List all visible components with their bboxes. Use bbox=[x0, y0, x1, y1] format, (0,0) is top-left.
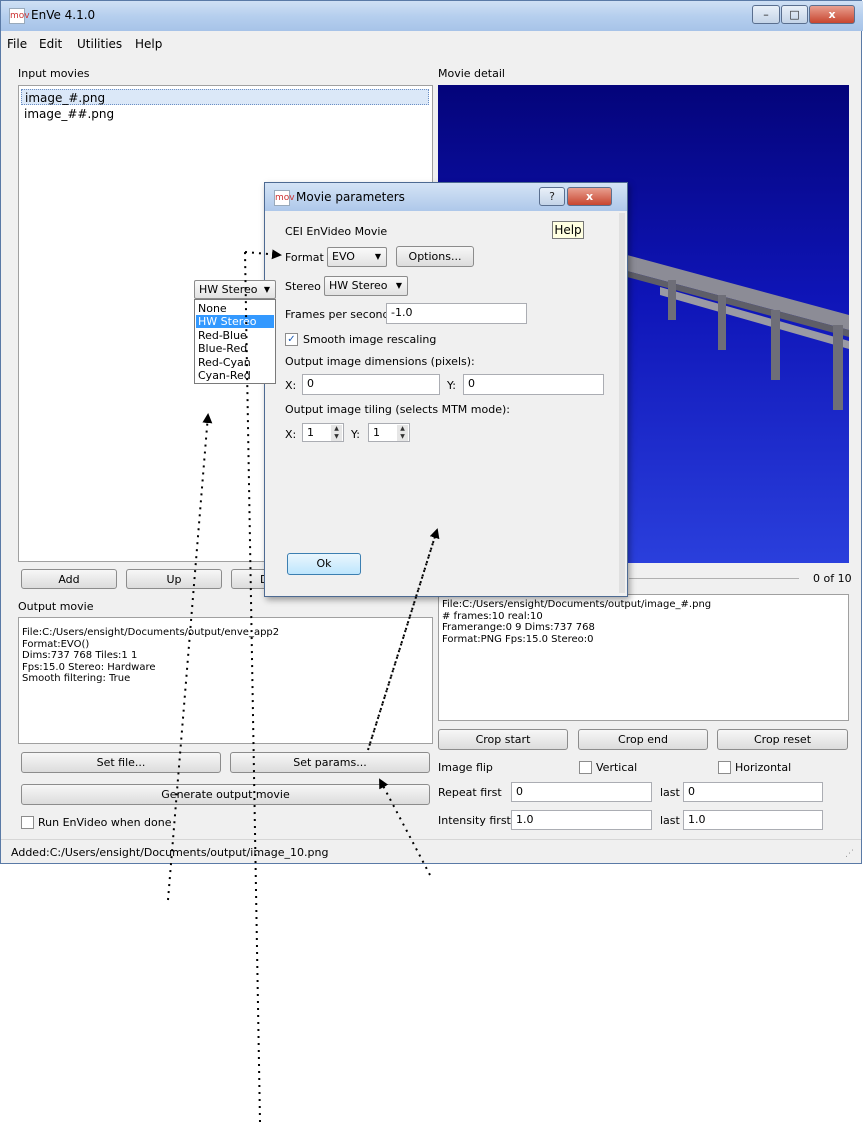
add-button[interactable]: Add bbox=[21, 569, 117, 589]
stereo-option-red-blue[interactable]: Red-Blue bbox=[196, 329, 274, 342]
stereo-option-cyan-red[interactable]: Cyan-Red bbox=[196, 369, 274, 382]
list-item[interactable]: image_#.png bbox=[21, 89, 429, 105]
dialog-help-button[interactable]: ? bbox=[539, 187, 565, 206]
dialog-right-edge bbox=[619, 213, 625, 593]
help-link[interactable]: Help bbox=[552, 221, 584, 239]
tile-y-spinbox[interactable]: 1 ▲ ▼ bbox=[368, 423, 410, 442]
tile-x-spinbox[interactable]: 1 ▲ ▼ bbox=[302, 423, 344, 442]
intensity-last-label: last bbox=[660, 814, 680, 827]
dialog-title: Movie parameters bbox=[296, 190, 405, 204]
smooth-rescaling-checkbox[interactable]: ✓ bbox=[285, 333, 298, 346]
stereo-value: HW Stereo bbox=[329, 279, 388, 292]
window-title: EnVe 4.1.0 bbox=[31, 8, 96, 22]
frame-counter: 0 of 10 bbox=[813, 572, 852, 585]
close-button[interactable]: x bbox=[809, 5, 855, 24]
crop-end-button[interactable]: Crop end bbox=[578, 729, 708, 750]
chevron-down-icon: ▼ bbox=[374, 252, 381, 261]
repeat-last-label: last bbox=[660, 786, 680, 799]
vertical-label: Vertical bbox=[596, 761, 638, 774]
stereo-popup-header[interactable]: HW Stereo ▼ bbox=[194, 280, 276, 299]
crop-reset-button[interactable]: Crop reset bbox=[717, 729, 848, 750]
dim-y-label: Y: bbox=[447, 379, 456, 392]
output-movie-info: File:C:/Users/ensight/Documents/output/e… bbox=[18, 617, 433, 744]
set-params-button[interactable]: Set params... bbox=[230, 752, 430, 773]
app-icon: mov bbox=[9, 8, 30, 24]
set-file-button[interactable]: Set file... bbox=[21, 752, 221, 773]
dims-label: Output image dimensions (pixels): bbox=[285, 355, 475, 368]
tile-x-label: X: bbox=[285, 428, 297, 441]
up-button[interactable]: Up bbox=[126, 569, 222, 589]
repeat-last-input[interactable]: 0 bbox=[683, 782, 823, 802]
generate-output-movie-button[interactable]: Generate output movie bbox=[21, 784, 430, 805]
stereo-option-red-cyan[interactable]: Red-Cyan bbox=[196, 356, 274, 369]
repeat-first-label: Repeat first bbox=[438, 786, 502, 799]
stereo-option-hw-stereo[interactable]: HW Stereo bbox=[196, 315, 274, 328]
horizontal-checkbox[interactable] bbox=[718, 761, 731, 774]
input-movies-label: Input movies bbox=[18, 67, 90, 80]
menu-file[interactable]: File bbox=[7, 37, 27, 51]
run-envideo-label: Run EnVideo when done bbox=[38, 816, 172, 829]
stereo-option-none[interactable]: None bbox=[196, 302, 274, 315]
spin-arrows-icon[interactable]: ▲ ▼ bbox=[331, 425, 342, 441]
options-button[interactable]: Options... bbox=[396, 246, 474, 267]
horizontal-label: Horizontal bbox=[735, 761, 792, 774]
fps-label: Frames per second bbox=[285, 308, 390, 321]
intensity-last-input[interactable]: 1.0 bbox=[683, 810, 823, 830]
maximize-button[interactable]: □ bbox=[781, 5, 808, 24]
stereo-popup-current: HW Stereo bbox=[199, 283, 258, 296]
tile-y-label: Y: bbox=[351, 428, 360, 441]
run-envideo-checkbox[interactable] bbox=[21, 816, 34, 829]
tile-x-value: 1 bbox=[307, 426, 314, 439]
tile-y-value: 1 bbox=[373, 426, 380, 439]
menu-bar: File Edit Utilities Help bbox=[1, 34, 861, 54]
status-divider bbox=[1, 839, 861, 840]
stereo-select[interactable]: HW Stereo ▼ bbox=[324, 276, 408, 296]
stereo-options-popup: None HW Stereo Red-Blue Blue-Red Red-Cya… bbox=[194, 299, 276, 384]
list-item[interactable]: image_##.png bbox=[21, 106, 324, 122]
chevron-down-icon: ▼ bbox=[395, 281, 402, 290]
vertical-checkbox[interactable] bbox=[579, 761, 592, 774]
menu-utilities[interactable]: Utilities bbox=[77, 37, 122, 51]
format-select[interactable]: EVO ▼ bbox=[327, 247, 387, 267]
movie-detail-label: Movie detail bbox=[438, 67, 505, 80]
output-movie-label: Output movie bbox=[18, 600, 94, 613]
crop-start-button[interactable]: Crop start bbox=[438, 729, 568, 750]
title-bar[interactable]: mov EnVe 4.1.0 – □ x bbox=[1, 1, 863, 31]
spin-arrows-icon[interactable]: ▲ ▼ bbox=[397, 425, 408, 441]
intensity-first-label: Intensity first bbox=[438, 814, 511, 827]
menu-help[interactable]: Help bbox=[135, 37, 162, 51]
ok-button[interactable]: Ok bbox=[287, 553, 361, 575]
dialog-app-icon: mov bbox=[274, 190, 295, 206]
intensity-first-input[interactable]: 1.0 bbox=[511, 810, 652, 830]
movie-parameters-dialog: mov Movie parameters ? x CEI EnVideo Mov… bbox=[264, 182, 628, 597]
dim-x-label: X: bbox=[285, 379, 297, 392]
minimize-button[interactable]: – bbox=[752, 5, 780, 24]
frame-slider[interactable] bbox=[629, 578, 799, 579]
stereo-option-blue-red[interactable]: Blue-Red bbox=[196, 342, 274, 355]
repeat-first-input[interactable]: 0 bbox=[511, 782, 652, 802]
format-label: Format bbox=[285, 251, 324, 264]
status-bar: Added:C:/Users/ensight/Documents/output/… bbox=[11, 846, 329, 859]
resize-grip-icon[interactable]: ⋰ bbox=[845, 849, 854, 859]
stereo-label: Stereo bbox=[285, 280, 321, 293]
tiling-label: Output image tiling (selects MTM mode): bbox=[285, 403, 510, 416]
chevron-down-icon: ▼ bbox=[263, 285, 270, 294]
dialog-close-button[interactable]: x bbox=[567, 187, 612, 206]
smooth-rescaling-label: Smooth image rescaling bbox=[303, 333, 437, 346]
dialog-title-bar[interactable]: mov Movie parameters ? x bbox=[265, 183, 627, 211]
dim-x-input[interactable]: 0 bbox=[302, 374, 440, 395]
fps-input[interactable]: -1.0 bbox=[386, 303, 527, 324]
format-value: EVO bbox=[332, 250, 355, 263]
image-flip-label: Image flip bbox=[438, 761, 493, 774]
dialog-subtitle: CEI EnVideo Movie bbox=[285, 225, 388, 238]
dim-y-input[interactable]: 0 bbox=[463, 374, 604, 395]
movie-detail-info: File:C:/Users/ensight/Documents/output/i… bbox=[438, 594, 849, 721]
menu-edit[interactable]: Edit bbox=[39, 37, 62, 51]
